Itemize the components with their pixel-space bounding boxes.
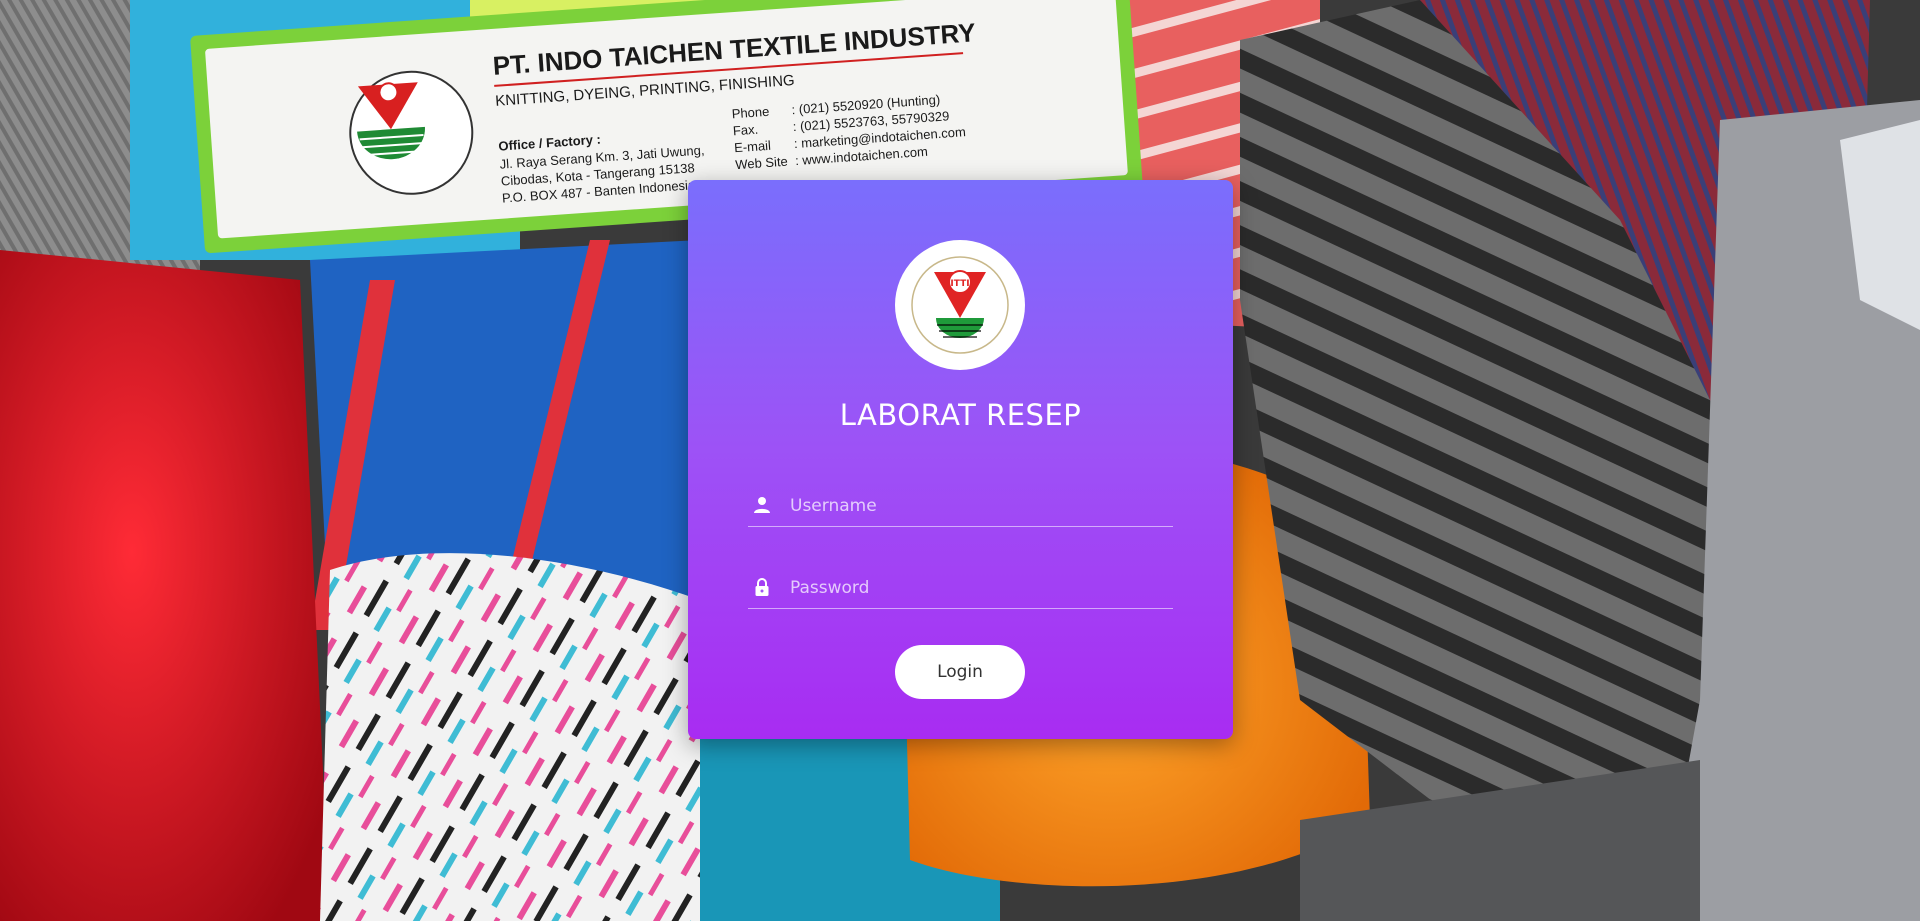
itti-logo-icon: ITTI: [911, 256, 1009, 354]
banner-phone-label: Phone: [731, 103, 770, 122]
lock-icon: [755, 578, 769, 596]
user-icon: [754, 497, 770, 513]
company-logo: ITTI: [895, 240, 1025, 370]
app-title: LABORAT RESEP: [839, 398, 1082, 432]
itti-logo-icon: [357, 82, 425, 160]
password-input[interactable]: [788, 572, 1172, 604]
username-field: [748, 486, 1173, 527]
banner-email-label: E-mail: [733, 137, 772, 156]
login-button[interactable]: Login: [895, 645, 1025, 699]
banner-fax-label: Fax.: [732, 121, 759, 139]
login-card: ITTI LABORAT RESEP Login: [688, 180, 1233, 739]
logo-text: ITTI: [950, 279, 969, 289]
username-input[interactable]: [788, 490, 1172, 522]
password-field: [748, 568, 1173, 609]
